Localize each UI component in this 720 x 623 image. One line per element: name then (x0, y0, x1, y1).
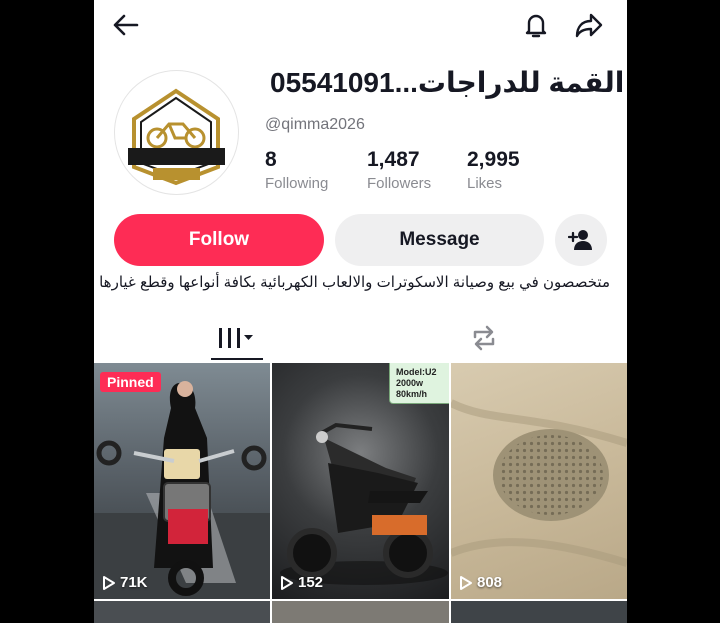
back-arrow-icon[interactable] (111, 10, 141, 40)
profile-name: 05541091...القمة للدراجات (270, 67, 625, 98)
video-views: 71K (102, 574, 148, 591)
video-thumbnail[interactable] (272, 601, 449, 623)
video-views: 808 (459, 574, 502, 591)
following-label: Following (265, 175, 329, 192)
video-views-count: 71K (120, 574, 148, 591)
profile-screen: 05541091...القمة للدراجات @qimma2026 8 F… (94, 0, 627, 623)
spec-label: Model:U2 2000w 80km/h (389, 363, 449, 404)
add-friend-button[interactable] (555, 214, 607, 266)
followers-label: Followers (367, 175, 432, 192)
stat-following[interactable]: 8 Following (265, 148, 328, 192)
profile-handle: @qimma2026 (265, 116, 365, 133)
repost-icon (473, 325, 495, 351)
store-logo (128, 88, 225, 186)
video-views-count: 152 (298, 574, 324, 591)
avatar[interactable] (114, 70, 239, 195)
play-icon (103, 575, 115, 590)
active-tab-indicator (211, 358, 263, 360)
video-grid: Pinned 71K Model:U2 2000w 80km/h 152 808 (94, 363, 627, 623)
spec-line: Model:U2 (396, 367, 437, 377)
likes-count: 2,995 (467, 148, 520, 171)
message-button[interactable]: Message (335, 214, 544, 266)
spec-line: 2000w (396, 378, 424, 388)
play-icon (281, 575, 293, 590)
stat-followers[interactable]: 1,487 Followers (367, 148, 431, 192)
play-icon (460, 575, 472, 590)
tab-reposts[interactable] (459, 316, 509, 360)
followers-count: 1,487 (367, 148, 420, 171)
bell-icon[interactable] (521, 10, 551, 40)
share-arrow-icon[interactable] (574, 10, 604, 40)
video-thumbnail[interactable]: Pinned 71K (94, 363, 270, 599)
likes-label: Likes (467, 175, 503, 192)
video-views: 152 (280, 574, 323, 591)
tab-videos[interactable] (211, 316, 263, 360)
content-tabs (94, 316, 627, 362)
profile-bio: متخصصون في بيع وصيانة الاسكوترات والالعا… (99, 274, 610, 291)
add-friend-icon (568, 230, 592, 250)
video-thumbnail[interactable] (451, 601, 627, 623)
following-count: 8 (265, 148, 277, 171)
video-thumbnail-art (94, 381, 270, 599)
top-bar (94, 0, 627, 50)
grid-videos-icon (219, 328, 253, 348)
video-thumbnail-art (451, 399, 627, 567)
spec-line: 80km/h (396, 389, 428, 399)
pinned-badge: Pinned (100, 372, 161, 392)
follow-button[interactable]: Follow (114, 214, 324, 266)
video-thumbnail[interactable]: 808 (451, 363, 627, 599)
video-views-count: 808 (477, 574, 503, 591)
stat-likes[interactable]: 2,995 Likes (467, 148, 520, 192)
video-thumbnail[interactable] (94, 601, 270, 623)
video-thumbnail[interactable]: Model:U2 2000w 80km/h 152 (272, 363, 449, 599)
